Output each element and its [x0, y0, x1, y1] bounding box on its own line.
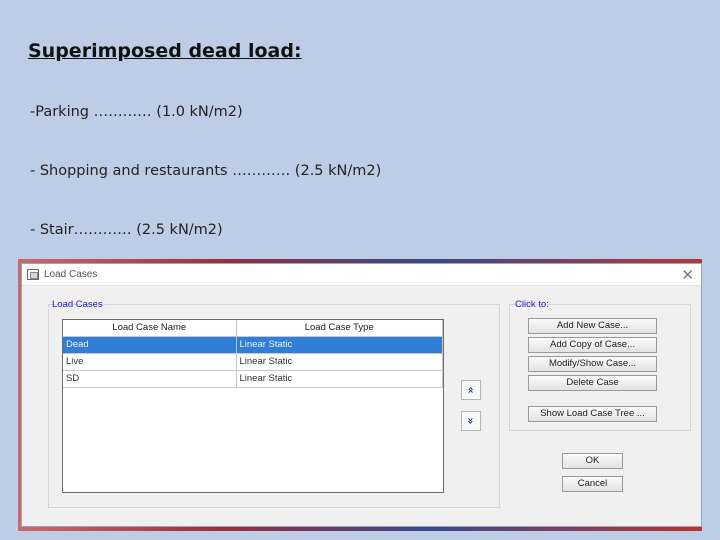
close-icon[interactable]: ✕	[681, 266, 694, 284]
column-header-name[interactable]: Load Case Name	[63, 320, 237, 337]
double-chevron-up-icon: «	[464, 386, 478, 394]
add-new-case-button[interactable]: Add New Case...	[528, 318, 657, 334]
cancel-button[interactable]: Cancel	[562, 476, 623, 492]
delete-case-button[interactable]: Delete Case	[528, 375, 657, 391]
case-type-cell[interactable]: Linear Static	[236, 370, 443, 388]
click-to-label: Click to:	[515, 299, 549, 310]
show-load-case-tree-button[interactable]: Show Load Case Tree ...	[528, 406, 657, 422]
load-cases-dialog: Load Cases ✕ Load Cases Load Case Name L…	[21, 263, 702, 527]
move-down-button[interactable]: «	[461, 411, 481, 431]
bullet-parking: -Parking ………… (1.0 kN/m2)	[30, 104, 243, 120]
dialog-titlebar[interactable]: Load Cases ✕	[22, 264, 701, 286]
table-row[interactable]: Dead Linear Static	[63, 336, 443, 354]
double-chevron-down-icon: «	[463, 417, 477, 425]
dialog-title: Load Cases	[44, 269, 98, 280]
case-name-cell[interactable]: SD	[63, 370, 237, 388]
case-type-cell[interactable]: Linear Static	[236, 336, 443, 354]
load-cases-table[interactable]: Load Case Name Load Case Type Dead Linea…	[62, 319, 444, 493]
ok-button[interactable]: OK	[562, 453, 623, 469]
bullet-stair: - Stair………… (2.5 kN/m2)	[30, 222, 223, 238]
column-header-type[interactable]: Load Case Type	[236, 320, 443, 337]
move-up-button[interactable]: «	[461, 380, 481, 400]
case-name-cell[interactable]: Dead	[63, 336, 237, 354]
case-name-cell[interactable]: Live	[63, 353, 237, 371]
bullet-shopping: - Shopping and restaurants ………… (2.5 kN/…	[30, 163, 382, 179]
table-row[interactable]: Live Linear Static	[63, 353, 443, 371]
add-copy-case-button[interactable]: Add Copy of Case...	[528, 337, 657, 353]
slide-title: Superimposed dead load:	[28, 40, 302, 62]
window-icon	[27, 269, 39, 280]
modify-show-case-button[interactable]: Modify/Show Case...	[528, 356, 657, 372]
table-row[interactable]: SD Linear Static	[63, 370, 443, 388]
load-cases-group-title: Load Cases	[52, 299, 103, 310]
case-type-cell[interactable]: Linear Static	[236, 353, 443, 371]
